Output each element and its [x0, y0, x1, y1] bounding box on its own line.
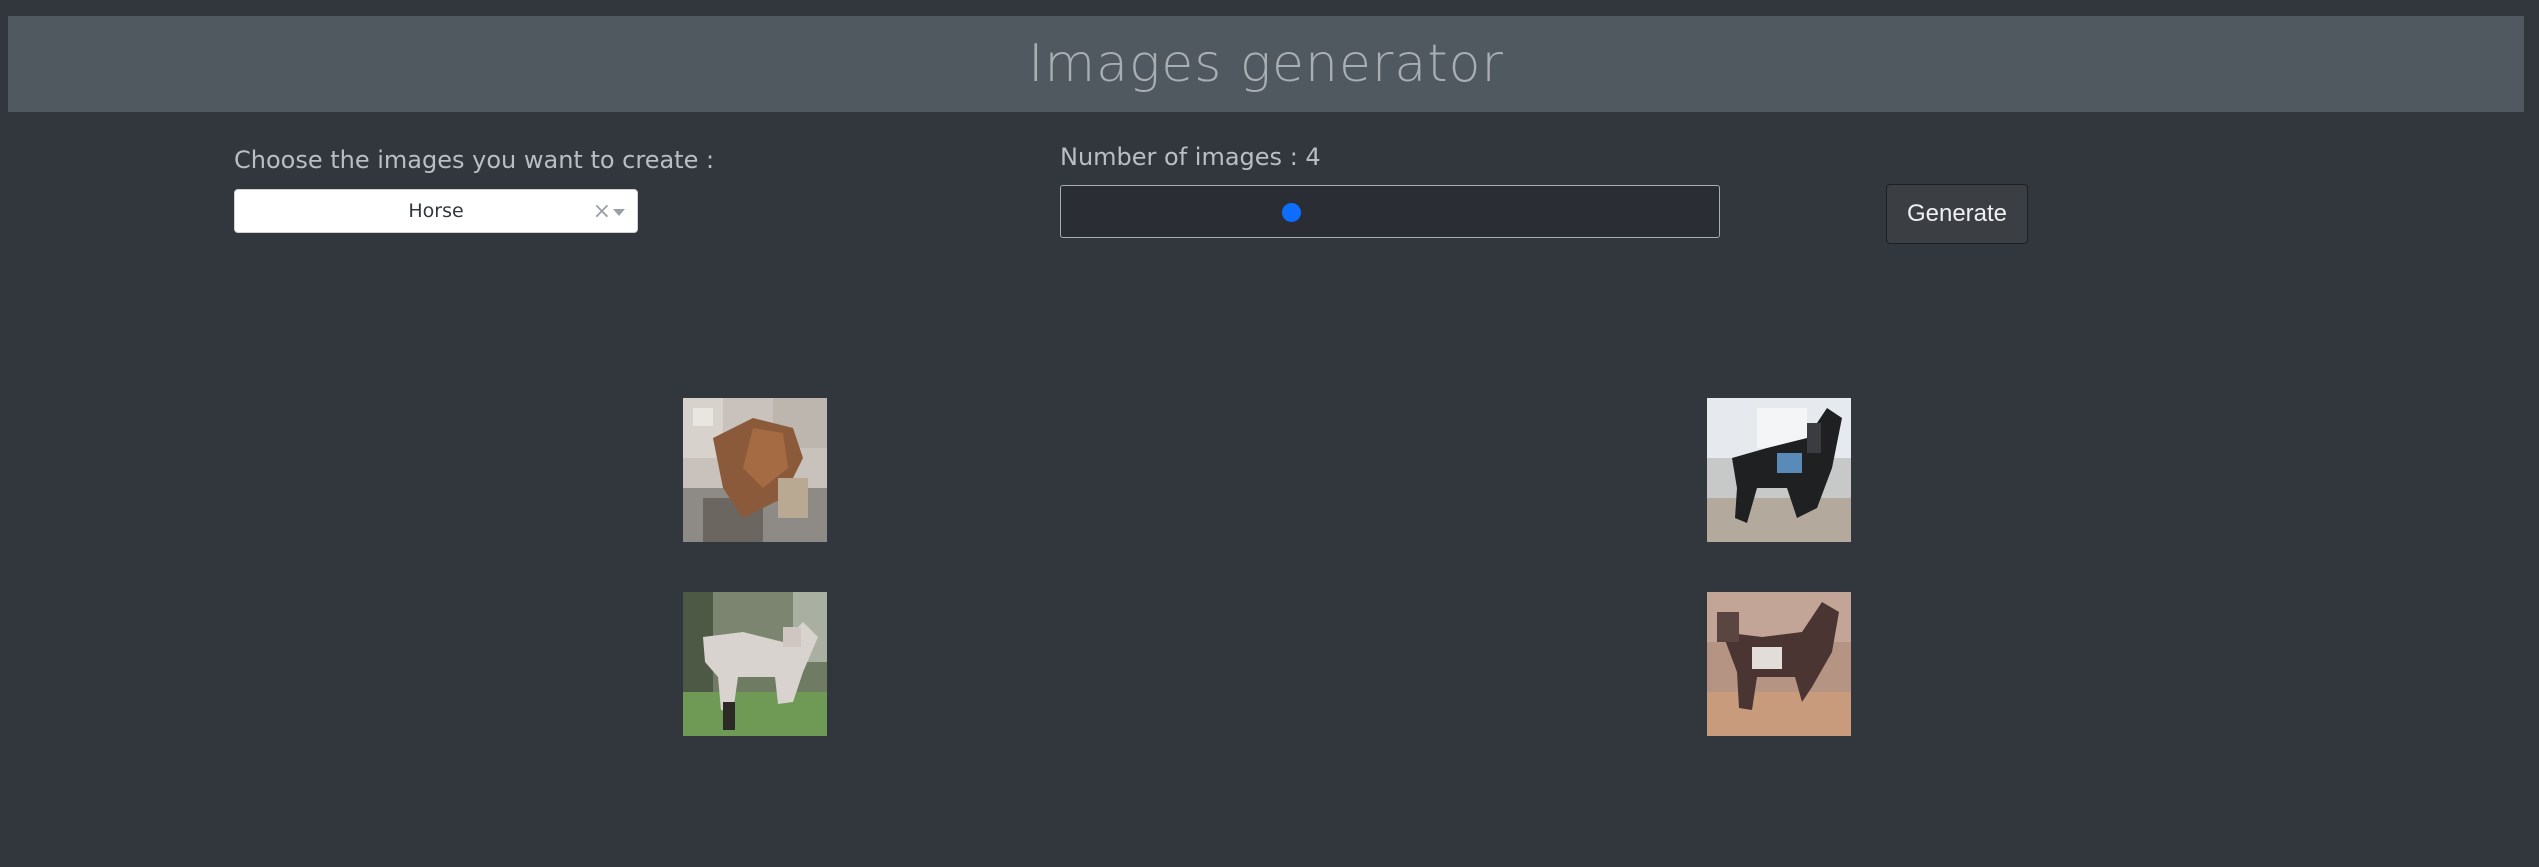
slider-thumb[interactable] [1282, 203, 1301, 222]
generated-image-2 [1707, 398, 1851, 542]
page-header: Images generator [8, 16, 2524, 112]
image-count-label-text: Number of images : [1060, 143, 1306, 171]
generated-image-4 [1707, 592, 1851, 736]
generated-image-1 [683, 398, 827, 542]
chevron-down-icon[interactable] [613, 209, 625, 216]
image-count-label: Number of images : 4 [1060, 143, 1321, 171]
generate-button[interactable]: Generate [1886, 184, 2028, 244]
image-count-slider[interactable] [1060, 185, 1720, 238]
image-type-select[interactable]: Horse × [234, 189, 638, 233]
image-count-value: 4 [1305, 143, 1321, 171]
image-type-selected-value: Horse [408, 200, 464, 222]
generated-image-3 [683, 592, 827, 736]
clear-icon[interactable]: × [593, 199, 611, 225]
page-title: Images generator [1028, 34, 1504, 94]
image-type-label: Choose the images you want to create : [234, 146, 715, 174]
